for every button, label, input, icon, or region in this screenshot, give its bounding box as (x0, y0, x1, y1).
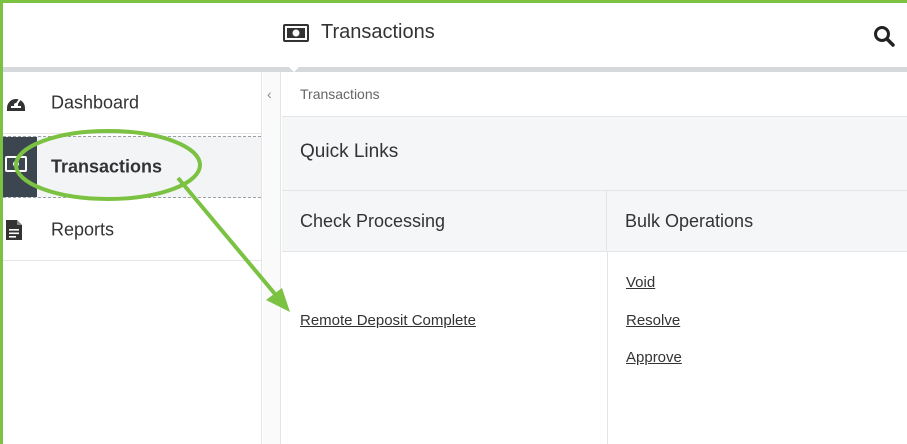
check-processing-header: Check Processing (282, 191, 607, 252)
void-link[interactable]: Void (626, 274, 655, 291)
quick-links-title: Quick Links (300, 141, 399, 162)
sidebar-item-dashboard[interactable]: Dashboard (3, 72, 261, 134)
document-icon (5, 219, 27, 241)
sidebar-item-transactions[interactable]: Transactions (3, 136, 261, 198)
search-icon[interactable] (873, 25, 895, 47)
chevron-left-icon: ‹ (267, 86, 272, 102)
cash-icon (283, 23, 309, 42)
main-content: Transactions Quick Links Check Processin… (282, 72, 907, 444)
column-title: Check Processing (300, 211, 446, 231)
sidebar-item-label: Reports (51, 219, 115, 239)
approve-link[interactable]: Approve (626, 349, 682, 366)
top-bar: Transactions (3, 3, 907, 67)
page-title-text: Transactions (321, 21, 435, 43)
bulk-operations-header: Bulk Operations (607, 191, 907, 252)
remote-deposit-complete-link[interactable]: Remote Deposit Complete (300, 312, 476, 329)
sidebar-collapse-button[interactable]: ‹ (263, 72, 281, 444)
sidebar-item-label: Transactions (51, 156, 163, 177)
dashboard-icon (5, 92, 27, 114)
sidebar-item-reports[interactable]: Reports (3, 199, 261, 261)
sidebar-item-label: Dashboard (51, 92, 140, 112)
column-divider (607, 252, 608, 444)
quick-links-panel: Quick Links (282, 116, 907, 191)
resolve-link[interactable]: Resolve (626, 312, 680, 329)
column-title: Bulk Operations (625, 211, 754, 231)
breadcrumb[interactable]: Transactions (300, 86, 380, 102)
cash-icon (5, 156, 27, 178)
sidebar: Dashboard Transactions Reports (3, 72, 262, 444)
page-title: Transactions (283, 21, 435, 44)
header-pointer (286, 64, 302, 72)
